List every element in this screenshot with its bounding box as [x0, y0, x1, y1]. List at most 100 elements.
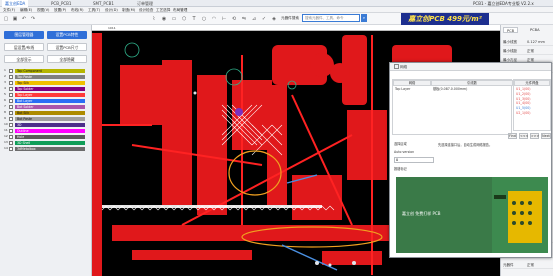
save-icon[interactable]: ▣	[11, 15, 19, 23]
layer-panel: 图层管理器 设置PCB特性 层设置/布线 设置PCB尺寸 全部显示 全部隐藏 1…	[0, 25, 92, 276]
promo-image[interactable]: 嘉立创 免费打样 PCB	[396, 177, 548, 253]
layer-row[interactable]: 7 Bot Solder	[4, 104, 90, 110]
layer-row[interactable]: 3 Top Silk	[4, 80, 90, 86]
next-arrows-button[interactable]: >>>	[530, 133, 539, 139]
layer-row[interactable]: 1 Top Component	[4, 68, 90, 74]
net-row-name[interactable]: Top Layer	[395, 87, 410, 92]
tab-pcb-props[interactable]: PCB	[503, 27, 519, 33]
layer-visibility-checkbox[interactable]	[9, 141, 13, 145]
pad-icon[interactable]: ▭	[170, 15, 178, 23]
layer-visibility-checkbox[interactable]	[9, 105, 13, 109]
polygon-icon[interactable]: ⬡	[180, 15, 188, 23]
pin-item[interactable]: U2_1(00)	[516, 111, 531, 116]
layer-name[interactable]: Bot Silk	[15, 110, 85, 116]
route-icon[interactable]: ⌇	[150, 15, 158, 23]
layer-name[interactable]: 3D	[15, 122, 85, 128]
layer-name[interactable]: Outline	[15, 128, 85, 134]
layer-row[interactable]: 9 Bot Paste	[4, 116, 90, 122]
layer-row[interactable]: 10 3D	[4, 122, 90, 128]
prop-row: 元器件 正常	[503, 261, 553, 269]
board-button[interactable]: 层设置/布线	[4, 43, 44, 51]
hide-all-button[interactable]: 全部隐藏	[47, 55, 87, 63]
layer-visibility-checkbox[interactable]	[9, 81, 13, 85]
tab-home[interactable]: 嘉立创EDA	[2, 0, 29, 7]
layer-visibility-checkbox[interactable]	[9, 123, 13, 127]
layer-name[interactable]: Top Silk	[15, 80, 85, 86]
text-icon[interactable]: T	[190, 15, 198, 23]
layer-row[interactable]: 5 Top Layer	[4, 92, 90, 98]
mirror-icon[interactable]: ⇋	[240, 15, 248, 23]
pin-item[interactable]: U1_5(00)	[516, 106, 531, 111]
layer-name[interactable]: Bot Solder	[15, 104, 85, 110]
layer-name[interactable]: 3dMetalbox	[15, 146, 85, 152]
next-button[interactable]: Next	[541, 133, 551, 139]
layer-row[interactable]: 8 Bot Silk	[4, 110, 90, 116]
net-row-count[interactable]: 基板(0.087.0.000mm)	[433, 87, 467, 92]
layer-name[interactable]: Top Layer	[15, 92, 85, 98]
layer-number: 11	[4, 128, 8, 132]
tab-smt[interactable]: SMT_PCB1	[90, 0, 117, 7]
layer-number: 1	[4, 68, 6, 72]
rotate-icon[interactable]: ⟲	[230, 15, 238, 23]
measure-icon[interactable]: ⊿	[250, 15, 258, 23]
via-icon[interactable]: ◉	[160, 15, 168, 23]
layer-row[interactable]: 13 3D Shell	[4, 140, 90, 146]
layer-row[interactable]: 11 Outline	[4, 128, 90, 134]
layer-number: 8	[4, 110, 6, 114]
arc-icon[interactable]: ◠	[210, 15, 218, 23]
layer-visibility-checkbox[interactable]	[9, 69, 13, 73]
layer-visibility-checkbox[interactable]	[9, 75, 13, 79]
search-icon[interactable]: ⌕	[361, 14, 367, 22]
tab-bar: 嘉立创EDA PCB_PCB1 SMT_PCB1 订单管理 PCB1 - 嘉立创…	[0, 0, 553, 7]
layer-name[interactable]: Top Paste	[15, 74, 85, 80]
layer-visibility-checkbox[interactable]	[9, 111, 13, 115]
layer-name[interactable]: Bot Layer	[15, 98, 85, 104]
layer-row[interactable]: 14 3dMetalbox	[4, 146, 90, 152]
layer-number: 7	[4, 104, 6, 108]
find-button[interactable]: Find	[508, 133, 517, 139]
new-file-icon[interactable]: ▢	[2, 15, 10, 23]
layer-number: 10	[4, 122, 8, 126]
layer-row[interactable]: 4 Top Solder	[4, 86, 90, 92]
layer-visibility-checkbox[interactable]	[9, 129, 13, 133]
tab-pcb[interactable]: PCB_PCB1	[48, 0, 74, 7]
col-net: 网络	[393, 80, 431, 86]
layer-visibility-checkbox[interactable]	[9, 99, 13, 103]
promo-text: 嘉立创 免费打样 PCB	[402, 211, 441, 216]
search-input[interactable]: 搜索元器件、工具、命令	[302, 14, 360, 22]
3d-icon[interactable]: ◈	[270, 15, 278, 23]
drc-icon[interactable]: ✓	[260, 15, 268, 23]
layer-row[interactable]: 6 Bot Layer	[4, 98, 90, 104]
layer-visibility-checkbox[interactable]	[9, 93, 13, 97]
layer-visibility-checkbox[interactable]	[9, 147, 13, 151]
sub-label: 报错标记	[394, 167, 407, 171]
tab-pcba-props[interactable]: PCBA	[527, 27, 543, 33]
prev-button[interactable]: <<<	[519, 133, 528, 139]
dialog-title: 网络	[390, 63, 551, 71]
layer-name[interactable]: Top Solder	[15, 86, 85, 92]
layer-name[interactable]: Bot Paste	[15, 116, 85, 122]
prop-row: 最小线距 正常	[503, 47, 553, 55]
tab-orders[interactable]: 订单管理	[134, 0, 156, 7]
layer-name[interactable]: Hole	[15, 134, 85, 140]
layer-visibility-checkbox[interactable]	[9, 117, 13, 121]
layer-name[interactable]: 3D Shell	[15, 140, 85, 146]
layer-visibility-checkbox[interactable]	[9, 135, 13, 139]
layer-visibility-checkbox[interactable]	[9, 87, 13, 91]
layer-number: 5	[4, 92, 6, 96]
promo-banner[interactable]: 嘉立创PCB 499元/m²	[401, 13, 489, 25]
redo-icon[interactable]: ↷	[29, 15, 37, 23]
layer-row[interactable]: 2 Top Paste	[4, 74, 90, 80]
circle-icon[interactable]: ○	[200, 15, 208, 23]
pcb-size-button[interactable]: 设置PCB尺寸	[47, 43, 87, 51]
layer-manager-button[interactable]: 图层管理器	[4, 31, 44, 39]
layer-number: 13	[4, 140, 8, 144]
layer-row[interactable]: 12 Hole	[4, 134, 90, 140]
show-all-button[interactable]: 全部显示	[4, 55, 44, 63]
layer-number: 2	[4, 74, 6, 78]
undo-icon[interactable]: ↶	[20, 15, 28, 23]
pcb-settings-button[interactable]: 设置PCB特性	[47, 31, 87, 39]
dimension-icon[interactable]: ⊢	[220, 15, 228, 23]
auto-select[interactable]: 0	[394, 157, 434, 163]
layer-name[interactable]: Top Component	[15, 68, 85, 74]
